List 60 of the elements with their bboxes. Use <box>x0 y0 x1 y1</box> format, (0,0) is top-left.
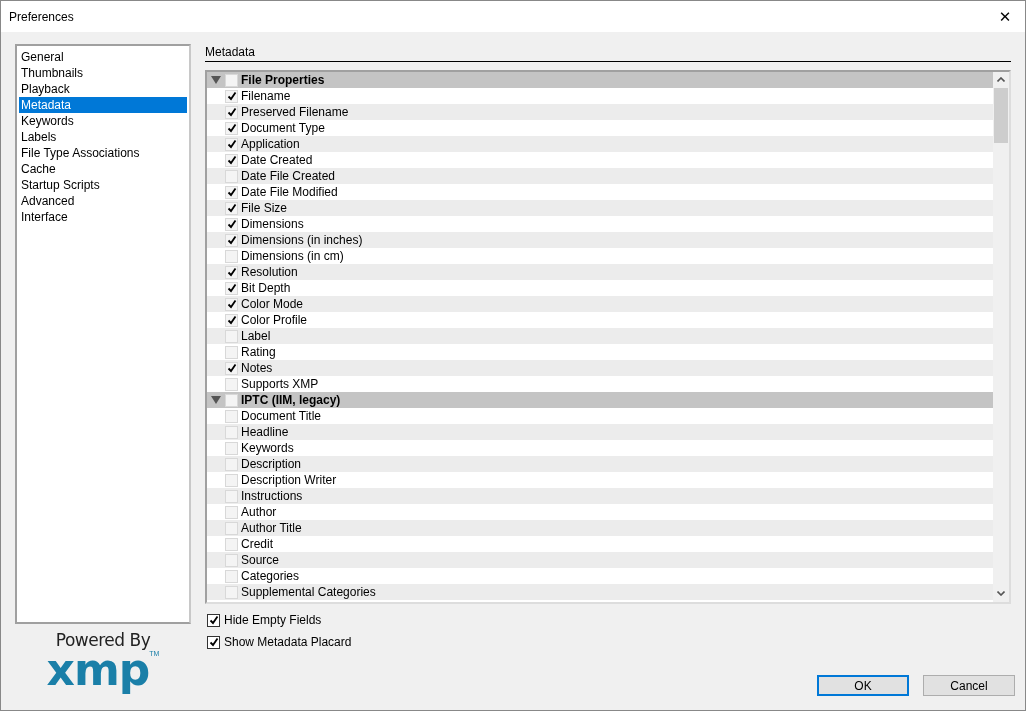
field-label: Dimensions (in cm) <box>241 249 344 263</box>
group-label: IPTC (IIM, legacy) <box>241 393 341 407</box>
window-title: Preferences <box>9 9 74 24</box>
field-label: Rating <box>241 345 276 359</box>
field-label: Dimensions (in inches) <box>241 233 363 247</box>
sidebar-item[interactable]: Startup Scripts <box>19 177 187 193</box>
field-label: Author Title <box>241 521 302 535</box>
field-label: Date Created <box>241 153 313 167</box>
field-label: Author <box>241 505 277 519</box>
field-label: File Size <box>241 201 287 215</box>
field-label: Notes <box>241 361 273 375</box>
sidebar-item[interactable]: Advanced <box>19 193 187 209</box>
dialog-button[interactable]: OK <box>817 675 909 696</box>
field-label: Preserved Filename <box>241 105 349 119</box>
field-label: Categories <box>241 569 300 583</box>
field-label: Document Title <box>241 409 322 423</box>
sidebar-item[interactable]: Labels <box>19 129 187 145</box>
field-label: Color Mode <box>241 297 304 311</box>
field-label: Source <box>241 553 280 567</box>
field-label: Keywords <box>241 441 294 455</box>
scroll-up-icon[interactable] <box>997 77 1005 82</box>
field-label: Color Profile <box>241 313 308 327</box>
sidebar-item[interactable]: Cache <box>19 161 187 177</box>
field-label: Headline <box>241 425 289 439</box>
checkbox[interactable] <box>207 613 220 627</box>
field-label: Filename <box>241 89 291 103</box>
close-button[interactable]: ✕ <box>985 1 1025 32</box>
group-label: File Properties <box>241 73 325 87</box>
field-label: Dimensions <box>241 217 304 231</box>
field-label: Supports XMP <box>241 377 319 391</box>
sidebar-item[interactable]: Metadata <box>19 97 187 113</box>
option-label: Hide Empty Fields <box>224 613 322 627</box>
scroll-thumb[interactable] <box>994 88 1008 143</box>
sidebar-item[interactable]: General <box>19 49 187 65</box>
field-label: Description <box>241 457 302 471</box>
sidebar-item[interactable]: Playback <box>19 81 187 97</box>
field-label: Label <box>241 329 271 343</box>
field-label: Date File Created <box>241 169 336 183</box>
scroll-down-icon[interactable] <box>997 591 1005 596</box>
scrollbar[interactable] <box>993 72 1009 602</box>
sidebar-item[interactable]: File Type Associations <box>19 145 187 161</box>
dialog-button[interactable]: Cancel <box>923 675 1015 696</box>
sidebar-item[interactable]: Keywords <box>19 113 187 129</box>
field-label: Description Writer <box>241 473 337 487</box>
collapse-triangle-icon[interactable] <box>211 75 221 85</box>
field-label: Supplemental Categories <box>241 585 376 599</box>
section-heading: Metadata <box>205 44 1011 62</box>
field-label: Instructions <box>241 489 303 503</box>
field-label: Resolution <box>241 265 298 279</box>
collapse-triangle-icon[interactable] <box>211 395 221 405</box>
sidebar-item[interactable]: Interface <box>19 209 187 225</box>
field-label: Bit Depth <box>241 281 291 295</box>
checkbox[interactable] <box>207 635 220 649</box>
sidebar-item[interactable]: Thumbnails <box>19 65 187 81</box>
field-label: Application <box>241 137 300 151</box>
powered-by-text: Powered By <box>55 630 151 650</box>
field-label: Document Type <box>241 121 325 135</box>
field-label: Date File Modified <box>241 185 338 199</box>
option-label: Show Metadata Placard <box>224 635 352 649</box>
field-label: Credit <box>241 537 273 551</box>
